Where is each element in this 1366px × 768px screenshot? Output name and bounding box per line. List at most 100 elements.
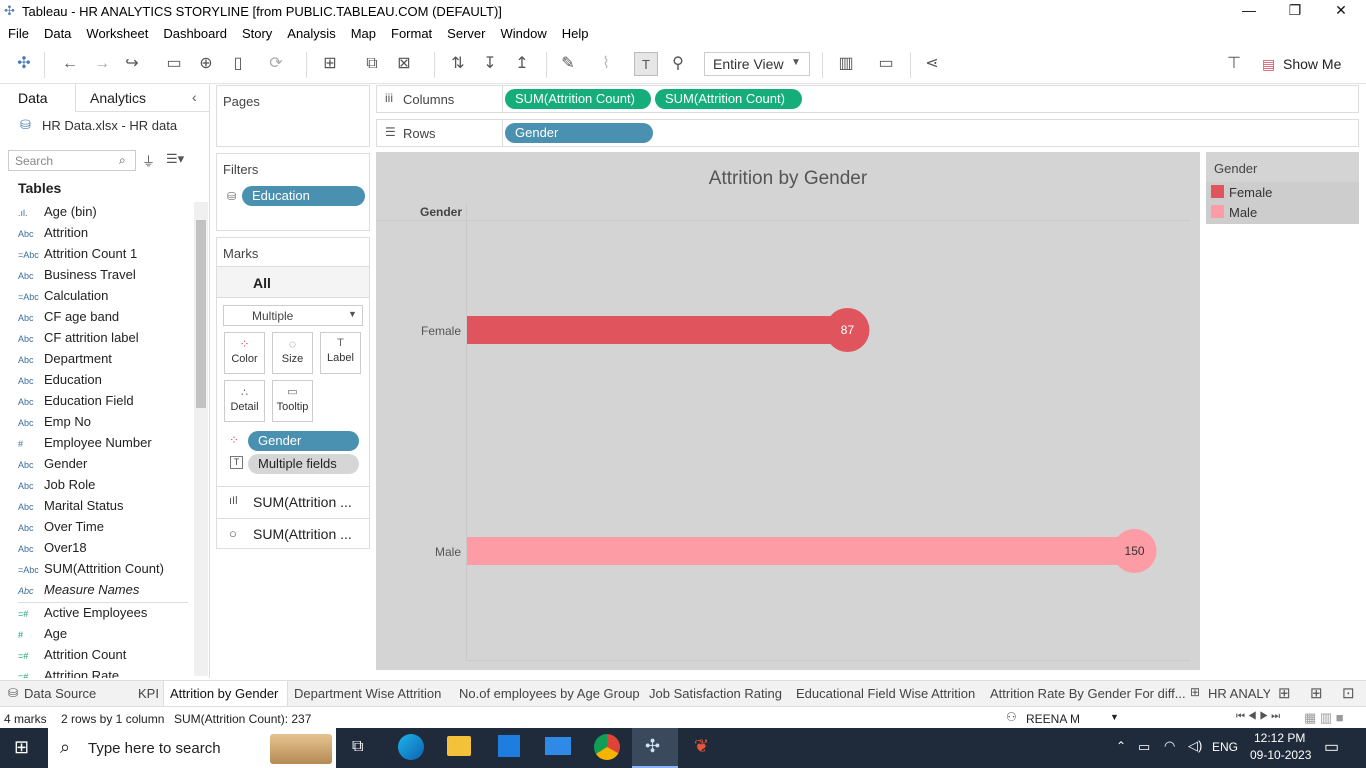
marks-pill-gender[interactable]: Gender (248, 431, 359, 451)
marks-layer-bar[interactable]: SUM(Attrition ... (253, 494, 352, 510)
legend-item-male[interactable]: Male (1229, 205, 1257, 220)
close-icon[interactable]: ✕ (1318, 2, 1364, 20)
tab-analytics[interactable]: Analytics (90, 90, 146, 106)
legend-item-female[interactable]: Female (1229, 185, 1272, 200)
menu-map[interactable]: Map (343, 22, 383, 41)
group-members-icon[interactable]: ⌇ (594, 52, 618, 76)
tab-data[interactable]: Data (18, 90, 48, 106)
fix-axes-icon[interactable]: ⚲ (666, 52, 690, 76)
refresh-icon[interactable]: ⟳ (264, 52, 288, 76)
tab-educational-field-wise-attrition[interactable]: Educational Field Wise Attrition (796, 686, 975, 701)
menu-data[interactable]: Data (36, 22, 78, 41)
menu-help[interactable]: Help (554, 22, 596, 41)
taskbar-search[interactable]: ⌕ Type here to search (48, 728, 336, 768)
rows-shelf[interactable]: ☰ Rows Gender (376, 119, 1359, 147)
mail-icon[interactable] (545, 737, 571, 755)
measure-item[interactable]: =# Attrition Rate (18, 668, 193, 678)
columns-pill-2[interactable]: SUM(Attrition Count) (655, 89, 802, 109)
field-item[interactable]: Abc Over Time (18, 519, 193, 540)
clock-date[interactable]: 09-10-2023 (1250, 748, 1311, 762)
new-worksheet-icon[interactable]: ⊞ (318, 52, 342, 76)
save-icon[interactable]: ▭ (162, 52, 186, 76)
volume-icon[interactable]: ◁) (1188, 738, 1202, 754)
replay-icon[interactable]: ↪ (120, 52, 144, 76)
show-me-button[interactable]: Show Me (1283, 56, 1341, 72)
sort-ascending-icon[interactable]: ↧ (478, 52, 502, 76)
field-item[interactable]: =Abc SUM(Attrition Count) (18, 561, 193, 582)
pause-updates-icon[interactable]: ▯ (226, 52, 250, 76)
field-item[interactable]: Abc Business Travel (18, 267, 193, 288)
tab-employees-by-age-group[interactable]: No.of employees by Age Group (459, 686, 640, 701)
show-mark-labels-icon[interactable]: T (634, 52, 658, 76)
restore-icon[interactable]: ❐ (1272, 2, 1318, 20)
tab-job-satisfaction-rating[interactable]: Job Satisfaction Rating (649, 686, 782, 701)
tab-kpi[interactable]: KPI (138, 686, 159, 701)
rows-pill-gender[interactable]: Gender (505, 123, 653, 143)
field-item[interactable]: Abc Measure Names (18, 582, 193, 603)
search-input[interactable]: Search ⌕ (8, 150, 136, 171)
wifi-icon[interactable]: ◠ (1164, 738, 1175, 754)
view-toggle-icon[interactable]: ▦ ▥ ■ (1304, 710, 1344, 726)
sheet-nav-icon[interactable]: ⏮ ◀ ▶ ⏭ (1236, 711, 1280, 722)
new-story-icon[interactable]: ⊡ (1342, 684, 1355, 702)
paint-icon[interactable]: ⊤ (1222, 52, 1246, 76)
menu-dashboard[interactable]: Dashboard (155, 22, 234, 41)
sort-descending-icon[interactable]: ↥ (510, 52, 534, 76)
duplicate-sheet-icon[interactable]: ⧉ (360, 52, 384, 76)
menu-analysis[interactable]: Analysis (279, 22, 342, 41)
field-list-scrollbar[interactable] (194, 202, 208, 676)
show-me-icon[interactable]: ▤ (1262, 56, 1275, 73)
chrome-icon[interactable] (594, 734, 620, 760)
measure-item[interactable]: # Age (18, 626, 193, 647)
language-indicator[interactable]: ENG (1212, 740, 1238, 754)
new-worksheet-icon[interactable]: ⊞ (1278, 684, 1291, 702)
highlight-icon[interactable]: ✎ (556, 52, 580, 76)
field-item[interactable]: .ıl. Age (bin) (18, 204, 193, 225)
bar-female[interactable] (467, 316, 864, 344)
clock-time[interactable]: 12:12 PM (1254, 731, 1305, 745)
label-button[interactable]: T Label (320, 332, 361, 374)
chevron-down-icon[interactable]: ▼ (1110, 712, 1119, 722)
tableau-start-icon[interactable]: ✣ (12, 52, 36, 76)
tableau-taskbar-button[interactable]: ✣ (632, 728, 678, 768)
redo-icon[interactable]: → (90, 52, 114, 76)
bar-male[interactable] (467, 537, 1151, 565)
chevron-up-icon[interactable]: ⌃ (1116, 739, 1126, 753)
tab-attrition-by-gender[interactable]: Attrition by Gender (170, 686, 278, 701)
columns-pill-1[interactable]: SUM(Attrition Count) (505, 89, 651, 109)
filter-pill-education[interactable]: Education (242, 186, 365, 206)
filter-icon[interactable]: ⏚ (142, 151, 155, 170)
menu-file[interactable]: File (0, 22, 36, 41)
undo-icon[interactable]: ← (58, 52, 82, 76)
menu-window[interactable]: Window (492, 22, 553, 41)
field-item[interactable]: Abc Job Role (18, 477, 193, 498)
battery-icon[interactable]: ▭ (1138, 739, 1150, 755)
menu-story[interactable]: Story (234, 22, 279, 41)
filters-card[interactable]: Filters ⛁ Education (216, 153, 370, 231)
tab-data-source[interactable]: Data Source (24, 686, 96, 701)
detail-button[interactable]: ∴ Detail (224, 380, 265, 422)
marks-pill-multiple-fields[interactable]: Multiple fields (248, 454, 359, 474)
view-list-icon[interactable]: ☰▾ (166, 151, 184, 167)
menu-worksheet[interactable]: Worksheet (78, 22, 155, 41)
field-item[interactable]: Abc Marital Status (18, 498, 193, 519)
field-item[interactable]: Abc Department (18, 351, 193, 372)
field-item[interactable]: Abc Emp No (18, 414, 193, 435)
field-item[interactable]: Abc Education (18, 372, 193, 393)
field-item[interactable]: Abc Gender (18, 456, 193, 477)
measure-item[interactable]: =# Active Employees (18, 605, 193, 626)
task-view-icon[interactable]: ⧉ (352, 738, 363, 756)
menu-format[interactable]: Format (383, 22, 439, 41)
marks-all-tab[interactable]: All (253, 275, 271, 291)
clear-sheet-icon[interactable]: ⊠ (392, 52, 416, 76)
store-icon[interactable] (498, 735, 520, 757)
app-icon[interactable]: ❦ (694, 736, 709, 757)
field-item[interactable]: Abc CF age band (18, 309, 193, 330)
fit-dropdown[interactable]: Entire View ▼ (704, 52, 810, 76)
color-button[interactable]: ⁘ Color (224, 332, 265, 374)
field-item[interactable]: Abc Education Field (18, 393, 193, 414)
field-item[interactable]: =Abc Attrition Count 1 (18, 246, 193, 267)
columns-shelf[interactable]: iii Columns SUM(Attrition Count) SUM(Att… (376, 85, 1359, 113)
edge-icon[interactable] (398, 734, 424, 760)
new-dashboard-icon[interactable]: ⊞ (1310, 684, 1323, 702)
